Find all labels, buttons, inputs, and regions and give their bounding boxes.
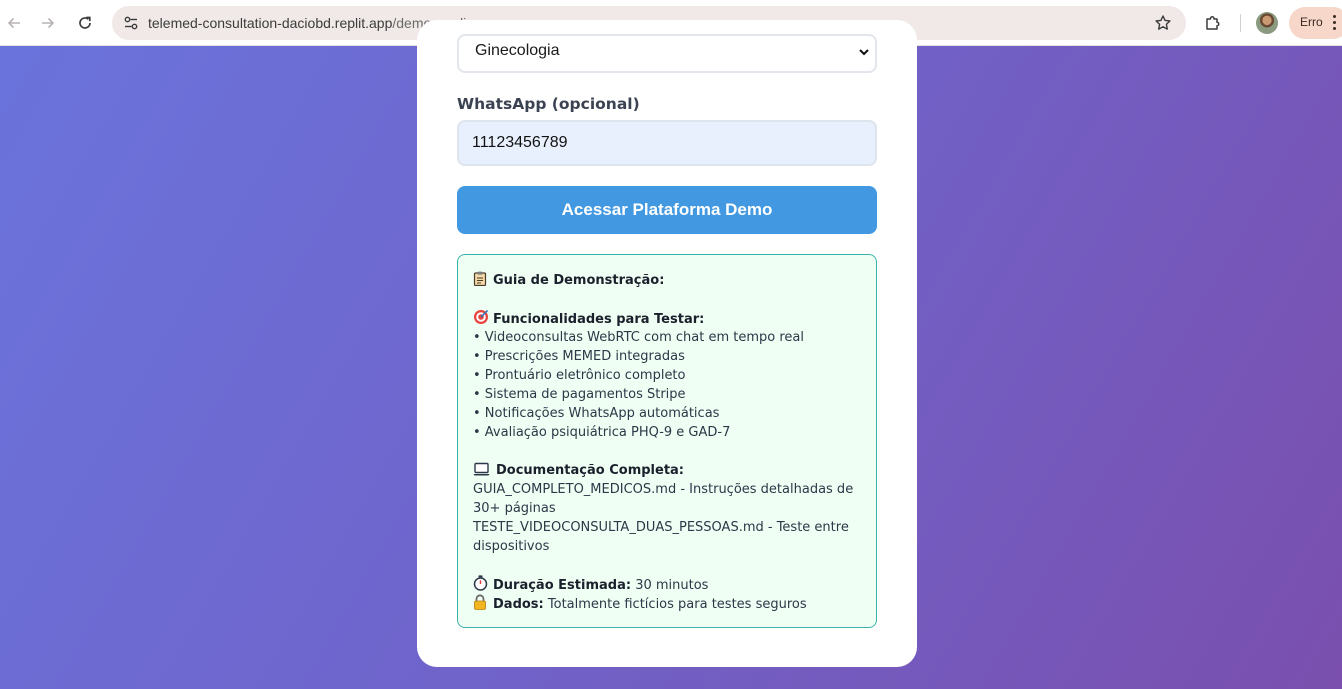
feature-item: • Sistema de pagamentos Stripe	[473, 387, 686, 402]
demo-login-card: Ginecologia WhatsApp (opcional) Acessar …	[417, 20, 917, 667]
docs-line: dispositivos	[473, 539, 550, 554]
forward-arrow-icon	[42, 17, 55, 29]
data-label: Dados:	[493, 597, 544, 612]
duration-line: Duração Estimada: 30 minutos	[473, 575, 708, 595]
site-settings-icon	[124, 16, 138, 30]
clipboard-icon	[473, 271, 487, 287]
url-host: telemed-consultation-daciobd.replit.app	[148, 15, 393, 31]
reload-button[interactable]	[73, 11, 97, 35]
star-icon	[1155, 15, 1171, 30]
duration-value: 30 minutos	[631, 578, 709, 593]
whatsapp-label: WhatsApp (opcional)	[457, 95, 640, 113]
docs-line: GUIA_COMPLETO_MEDICOS.md - Instruções de…	[473, 482, 854, 497]
back-arrow-icon	[7, 17, 20, 29]
feature-item: • Prontuário eletrônico completo	[473, 368, 686, 383]
forward-button[interactable]	[36, 11, 60, 35]
data-line: Dados: Totalmente fictícios para testes …	[473, 594, 807, 614]
guide-title-line: Guia de Demonstração:	[473, 271, 664, 290]
features-title-line: Funcionalidades para Testar:	[473, 309, 704, 329]
browser-error-menu[interactable]: Erro	[1289, 7, 1342, 39]
docs-title: Documentação Completa:	[496, 463, 685, 478]
guide-title: Guia de Demonstração:	[493, 273, 665, 288]
duration-label: Duração Estimada:	[493, 578, 632, 593]
specialty-select-value: Ginecologia	[475, 42, 560, 59]
reload-icon	[79, 16, 91, 29]
laptop-icon	[473, 462, 490, 477]
toolbar-separator	[1240, 14, 1241, 32]
back-button[interactable]	[2, 11, 26, 35]
extensions-button[interactable]	[1201, 11, 1225, 35]
data-value: Totalmente fictícios para testes seguros	[543, 597, 807, 612]
profile-avatar[interactable]	[1256, 12, 1278, 34]
feature-item: • Videoconsultas WebRTC com chat em temp…	[473, 330, 804, 345]
lock-icon	[473, 594, 487, 610]
chevron-down-icon	[859, 49, 869, 56]
docs-title-line: Documentação Completa:	[473, 461, 684, 480]
docs-line: 30+ páginas	[473, 501, 556, 516]
feature-item: • Notificações WhatsApp automáticas	[473, 406, 720, 421]
vertical-dots-icon	[1331, 15, 1337, 31]
whatsapp-input[interactable]	[457, 120, 877, 166]
site-info-button[interactable]	[119, 11, 143, 35]
demo-guide-box: Guia de Demonstração: Funcionalidades pa…	[457, 254, 877, 628]
puzzle-icon	[1206, 16, 1220, 30]
feature-item: • Avaliação psiquiátrica PHQ-9 e GAD-7	[473, 425, 731, 440]
specialty-select[interactable]: Ginecologia	[457, 34, 877, 73]
target-icon	[473, 309, 489, 324]
stopwatch-icon	[473, 575, 488, 591]
error-label: Erro	[1300, 15, 1323, 29]
bookmark-button[interactable]	[1152, 12, 1174, 34]
features-title: Funcionalidades para Testar:	[493, 312, 705, 327]
docs-line: TESTE_VIDEOCONSULTA_DUAS_PESSOAS.md - Te…	[473, 520, 849, 535]
feature-item: • Prescrições MEMED integradas	[473, 349, 685, 364]
access-demo-button[interactable]: Acessar Plataforma Demo	[457, 186, 877, 234]
